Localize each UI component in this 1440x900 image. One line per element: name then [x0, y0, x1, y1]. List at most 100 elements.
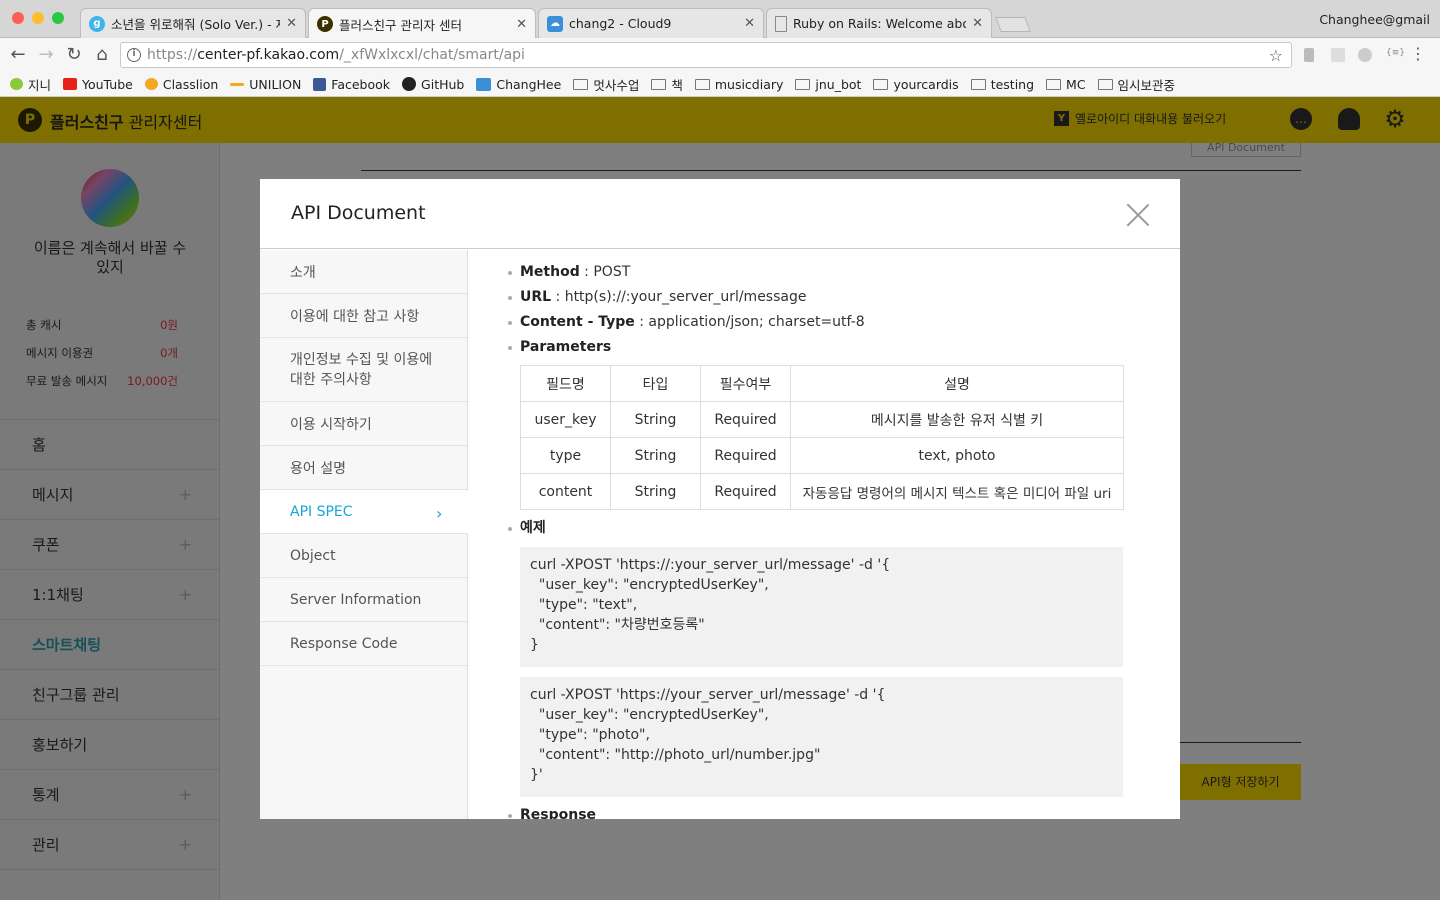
doc-nav-label: 개인정보 수집 및 이용에 대한 주의사항 [290, 351, 433, 388]
parameters-heading: Parameters [506, 336, 1136, 361]
doc-nav-object[interactable]: Object [260, 534, 467, 578]
maximize-window-button[interactable] [52, 12, 64, 24]
tab-close-icon[interactable]: ✕ [972, 16, 983, 31]
doc-nav-intro[interactable]: 소개 [260, 250, 467, 294]
bookmark-label: testing [990, 76, 1035, 92]
tab-title: 소년을 위로해줘 (Solo Ver.) - 제 [111, 17, 281, 32]
home-icon[interactable]: ⌂ [92, 44, 112, 66]
bookmark-label: 지니 [28, 77, 52, 93]
minimize-window-button[interactable] [32, 12, 44, 24]
table-cell: type [520, 437, 611, 474]
profile-name[interactable]: Changhee@gmail [1319, 12, 1430, 27]
bookmark-item[interactable]: ChangHee [476, 77, 561, 92]
url-line: URL : http(s)://:your_server_url/message [506, 286, 1136, 311]
doc-nav-getting-started[interactable]: 이용 시작하기 [260, 402, 467, 446]
doc-nav-privacy[interactable]: 개인정보 수집 및 이용에 대한 주의사항 [260, 338, 467, 402]
browser-tab[interactable]: Ruby on Rails: Welcome aboard ✕ [766, 8, 992, 38]
url-value: : http(s)://:your_server_url/message [551, 289, 807, 305]
bookmark-item[interactable]: UNILION [230, 77, 301, 92]
bookmark-label: GitHub [421, 76, 465, 92]
bookmark-label: 책 [671, 77, 683, 93]
code-example-text: curl -XPOST 'https://:your_server_url/me… [520, 547, 1123, 667]
bookmark-folder[interactable]: jnu_bot [795, 77, 861, 92]
json-extension-icon[interactable]: {≡} [1386, 48, 1405, 62]
bookmark-item[interactable]: Facebook [313, 77, 390, 92]
response-label: Response [520, 807, 597, 819]
table-cell: 자동응답 명령어의 메시지 텍스트 혹은 미디어 파일 uri [790, 473, 1124, 510]
api-spec-content: Method : POST URL : http(s)://:your_serv… [506, 261, 1136, 819]
folder-icon [573, 78, 589, 90]
doc-nav-label: API SPEC [290, 503, 353, 520]
browser-toolbar: ← → ↻ ⌂ i https://center-pf.kakao.com/_x… [0, 38, 1440, 72]
table-cell: String [610, 401, 701, 438]
table-cell: String [610, 473, 701, 510]
back-arrow-icon[interactable]: ← [8, 44, 28, 66]
url-scheme: https:// [147, 47, 198, 63]
bookmark-folder[interactable]: MC [1046, 77, 1086, 92]
browser-tab-bar: g 소년을 위로해줘 (Solo Ver.) - 제 ✕ P 플러스친구 관리자… [0, 0, 1440, 39]
content-type-label: Content - Type [520, 314, 635, 330]
cloud9-icon [476, 77, 492, 91]
bookmark-item[interactable]: Classlion [144, 77, 218, 92]
bookmark-folder[interactable]: yourcardis [873, 77, 959, 92]
table-cell: String [610, 437, 701, 474]
content-type-line: Content - Type : application/json; chars… [506, 311, 1136, 336]
document-icon [775, 15, 787, 32]
bookmark-item[interactable]: GitHub [402, 77, 464, 92]
folder-icon [1046, 78, 1062, 90]
extension-icon[interactable] [1304, 48, 1314, 62]
code-example-photo: curl -XPOST 'https://your_server_url/mes… [520, 677, 1123, 797]
method-value: : POST [579, 264, 631, 280]
forward-arrow-icon[interactable]: → [36, 44, 56, 66]
doc-nav-response-code[interactable]: Response Code [260, 622, 467, 666]
method-line: Method : POST [506, 261, 1136, 286]
doc-nav-api-spec[interactable]: API SPEC › [260, 490, 468, 534]
folder-icon [970, 78, 986, 90]
cloud9-icon: ☁ [547, 15, 563, 32]
bookmark-folder[interactable]: 임시보관중 [1097, 75, 1175, 94]
bookmark-star-icon[interactable]: ☆ [1269, 44, 1283, 68]
plusfriend-icon: P [317, 16, 333, 32]
tab-close-icon[interactable]: ✕ [744, 16, 755, 31]
url-path: /_xfWxlxcxl/chat/smart/api [339, 47, 525, 63]
table-header: 필드명 [520, 365, 611, 402]
drive-extension-icon[interactable] [1358, 48, 1372, 62]
table-cell: Required [700, 473, 791, 510]
chevron-right-icon: › [436, 504, 443, 523]
tab-close-icon[interactable]: ✕ [516, 17, 527, 32]
youtube-icon [63, 78, 78, 90]
close-window-button[interactable] [12, 12, 24, 24]
parameters-table: 필드명 타입 필수여부 설명 user_key String Required … [520, 365, 1124, 510]
bookmark-label: MC [1066, 76, 1086, 92]
table-cell: 메시지를 발송한 유저 식별 키 [790, 401, 1124, 438]
browser-tab-active[interactable]: P 플러스친구 관리자 센터 ✕ [308, 8, 536, 39]
browser-tab[interactable]: ☁ chang2 - Cloud9 ✕ [538, 8, 764, 38]
doc-nav-label: 용어 설명 [290, 460, 346, 477]
bookmark-folder[interactable]: 멋사수업 [573, 75, 639, 94]
doc-nav-glossary[interactable]: 용어 설명 [260, 446, 467, 490]
method-label: Method [520, 264, 580, 280]
bookmark-folder[interactable]: musicdiary [694, 77, 783, 92]
new-tab-button[interactable] [995, 17, 1031, 32]
address-bar[interactable]: i https://center-pf.kakao.com/_xfWxlxcxl… [120, 42, 1292, 68]
bookmark-item[interactable]: YouTube [63, 77, 133, 92]
api-document-modal: API Document 소개 이용에 대한 참고 사항 개인정보 수집 및 이… [260, 179, 1180, 819]
bookmark-folder[interactable]: 책 [651, 75, 683, 94]
bookmark-item[interactable]: 지니 [10, 75, 51, 94]
doc-nav-server-info[interactable]: Server Information [260, 578, 467, 622]
doc-nav-notes[interactable]: 이용에 대한 참고 사항 [260, 294, 467, 338]
tab-close-icon[interactable]: ✕ [286, 16, 297, 31]
reload-icon[interactable]: ↻ [64, 44, 84, 66]
folder-icon [651, 78, 667, 90]
bookmark-label: ChangHee [496, 76, 562, 92]
info-icon[interactable]: i [127, 48, 141, 62]
extension-icon[interactable] [1331, 48, 1345, 62]
close-icon[interactable] [1126, 203, 1150, 227]
bookmark-label: UNILION [249, 76, 302, 92]
browser-tab[interactable]: g 소년을 위로해줘 (Solo Ver.) - 제 ✕ [80, 8, 306, 38]
parameters-label: Parameters [520, 339, 612, 355]
browser-menu-icon[interactable]: ⋮ [1410, 46, 1426, 62]
table-cell: content [520, 473, 611, 510]
example-heading: 예제 [506, 517, 806, 542]
bookmark-folder[interactable]: testing [970, 76, 1035, 92]
